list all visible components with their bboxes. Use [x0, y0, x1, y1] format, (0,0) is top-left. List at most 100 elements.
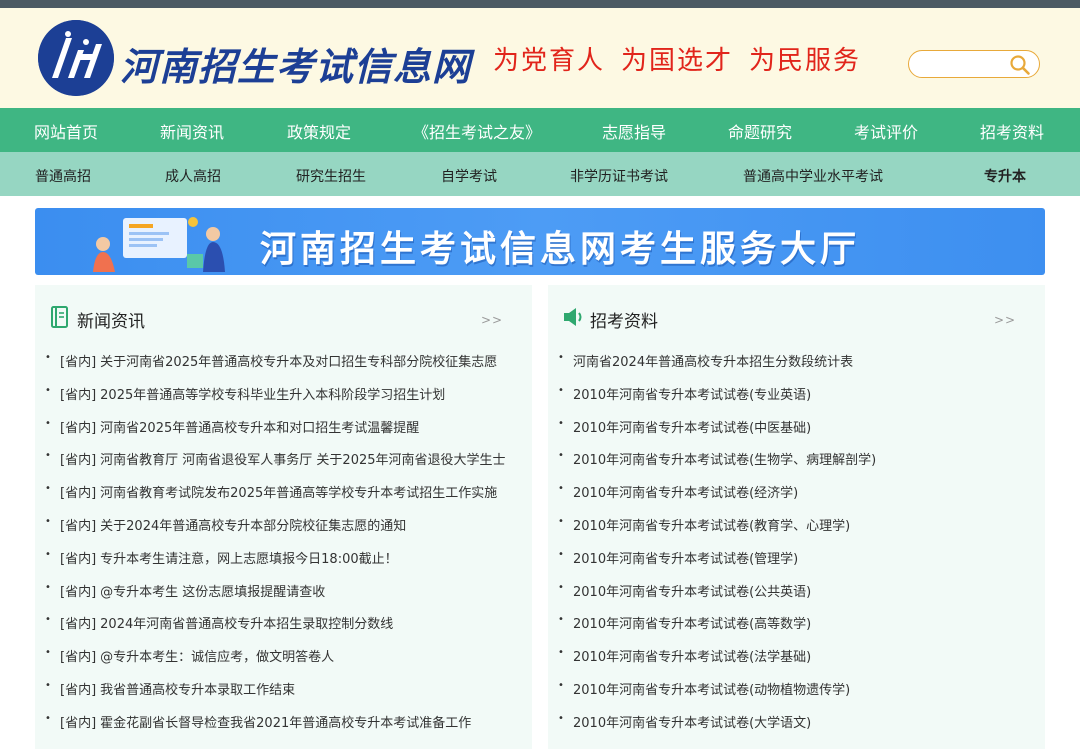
list-item[interactable]: • [省内] 专升本考生请注意，网上志愿填报今日18:00截止！ — [35, 542, 532, 575]
list-item[interactable]: • 2010年河南省专升本考试试卷(大学语文) — [548, 706, 1045, 739]
bullet-icon: • — [45, 712, 51, 724]
search-input[interactable] — [919, 55, 1009, 73]
bullet-icon: • — [558, 614, 564, 626]
item-title[interactable]: 河南省2024年普通高校专升本招生分数段统计表 — [573, 351, 853, 370]
item-title[interactable]: 河南省2025年普通高校专升本和对口招生考试温馨提醒 — [100, 421, 419, 436]
list-item[interactable]: • 2010年河南省专升本考试试卷(中医基础) — [548, 411, 1045, 444]
nav-volunteer-guide[interactable]: 志愿指导 — [602, 119, 666, 143]
bullet-icon: • — [45, 515, 51, 527]
bullet-icon: • — [45, 614, 51, 626]
item-tag: [省内] — [60, 617, 97, 633]
bullet-icon: • — [45, 548, 51, 560]
site-header: 河南招生考试信息网 为党育人 为国选才 为民服务 — [0, 8, 1080, 108]
item-title[interactable]: 河南省教育考试院发布2025年普通高等学校专升本考试招生工作实施 — [100, 486, 497, 501]
item-tag: [省内] — [60, 387, 97, 403]
list-item[interactable]: • [省内] 关于2024年普通高校专升本部分院校征集志愿的通知 — [35, 509, 532, 542]
item-tag: [省内] — [60, 486, 97, 502]
item-title[interactable]: 河南省教育厅 河南省退役军人事务厅 关于2025年河南省退役大学生士 — [100, 453, 505, 468]
site-logo[interactable] — [38, 20, 114, 96]
subnav-self-study[interactable]: 自学考试 — [441, 166, 497, 186]
list-item[interactable]: • 2010年河南省专升本考试试卷(经济学) — [548, 476, 1045, 509]
main-nav: 网站首页 新闻资讯 政策规定 《招生考试之友》 志愿指导 命题研究 考试评价 招… — [0, 108, 1080, 152]
list-item[interactable]: • [省内] 河南省2025年普通高校专升本和对口招生考试温馨提醒 — [35, 411, 532, 444]
bullet-icon: • — [45, 417, 51, 429]
list-item[interactable]: • [省内] 2024年河南省普通高校专升本招生录取控制分数线 — [35, 607, 532, 640]
item-title[interactable]: 专升本考生请注意，网上志愿填报今日18:00截止！ — [100, 552, 397, 567]
list-item[interactable]: • [省内] 霍金花副省长督导检查我省2021年普通高校专升本考试准备工作 — [35, 706, 532, 739]
subnav-graduate[interactable]: 研究生招生 — [296, 166, 366, 186]
list-item[interactable]: • 2010年河南省专升本考试试卷(法学基础) — [548, 640, 1045, 673]
materials-more-link[interactable]: >> — [994, 313, 1016, 327]
nav-materials[interactable]: 招考资料 — [980, 119, 1044, 143]
bullet-icon: • — [558, 450, 564, 462]
materials-panel: 招考资料 >> • 河南省2024年普通高校专升本招生分数段统计表 • 2010年河… — [548, 285, 1045, 749]
list-item[interactable]: • [省内] 我省普通高校专升本录取工作结束 — [35, 673, 532, 706]
news-panel: 新闻资讯 >> • [省内] 关于河南省2025年普通高校专升本及对口招生专科部分院… — [35, 285, 532, 749]
search-icon[interactable] — [1009, 54, 1031, 76]
site-name: 河南招生考试信息网 — [120, 44, 472, 89]
list-item[interactable]: • [省内] 2025年普通高等学校专科毕业生升入本科阶段学习招生计划 — [35, 378, 532, 411]
subnav-general-admission[interactable]: 普通高招 — [35, 166, 91, 186]
bullet-icon: • — [45, 352, 51, 363]
item-tag: [省内] — [60, 453, 97, 469]
item-title[interactable]: 关于2024年普通高校专升本部分院校征集志愿的通知 — [100, 519, 406, 534]
list-item[interactable]: • 2010年河南省专升本考试试卷(教育学、心理学) — [548, 509, 1045, 542]
news-more-link[interactable]: >> — [481, 313, 503, 327]
list-item[interactable]: • 2010年河南省专升本考试试卷(动物植物遗传学) — [548, 673, 1045, 706]
bullet-icon: • — [45, 581, 51, 593]
item-title[interactable]: 2010年河南省专升本考试试卷(公共英语) — [573, 581, 811, 600]
item-title[interactable]: 2025年普通高等学校专科毕业生升入本科阶段学习招生计划 — [100, 388, 445, 403]
nav-exam-evaluation[interactable]: 考试评价 — [854, 119, 918, 143]
list-item[interactable]: • [省内] @专升本考生 这份志愿填报提醒请查收 — [35, 575, 532, 608]
item-tag: [省内] — [60, 715, 97, 731]
list-item[interactable]: • 2010年河南省专升本考试试卷(公共英语) — [548, 575, 1045, 608]
item-title[interactable]: 2024年河南省普通高校专升本招生录取控制分数线 — [100, 617, 393, 632]
item-title[interactable]: 2010年河南省专升本考试试卷(生物学、病理解剖学) — [573, 449, 876, 468]
list-item[interactable]: • [省内] 河南省教育厅 河南省退役军人事务厅 关于2025年河南省退役大学生士 — [35, 443, 532, 476]
list-item[interactable]: • 2010年河南省专升本考试试卷(高等数学) — [548, 607, 1045, 640]
list-item[interactable]: • [省内] @专升本考生：诚信应考，做文明答卷人 — [35, 640, 532, 673]
item-title[interactable]: 2010年河南省专升本考试试卷(教育学、心理学) — [573, 515, 850, 534]
list-item[interactable]: • 2010年河南省专升本考试试卷(生物学、病理解剖学) — [548, 443, 1045, 476]
bullet-icon: • — [558, 581, 564, 593]
list-item[interactable]: • [省内] 关于河南省2025年普通高校专升本及对口招生专科部分院校征集志愿 — [35, 345, 532, 378]
item-title[interactable]: 2010年河南省专升本考试试卷(经济学) — [573, 482, 798, 501]
nav-policy[interactable]: 政策规定 — [287, 119, 351, 143]
item-title[interactable]: @专升本考生：诚信应考，做文明答卷人 — [100, 650, 334, 665]
news-list: • [省内] 关于河南省2025年普通高校专升本及对口招生专科部分院校征集志愿 •[… — [35, 345, 532, 739]
subnav-upgrade[interactable]: 专升本 — [984, 166, 1026, 186]
materials-panel-title: 招考资料 — [590, 312, 658, 332]
slogan-2: 为国选才 — [621, 46, 734, 76]
nav-exam-research[interactable]: 命题研究 — [728, 119, 792, 143]
bullet-icon: • — [558, 679, 564, 691]
item-title[interactable]: 我省普通高校专升本录取工作结束 — [100, 683, 295, 698]
slogan-3: 为民服务 — [749, 46, 862, 76]
bullet-icon: • — [45, 647, 51, 659]
search-box — [908, 50, 1040, 78]
item-title[interactable]: @专升本考生 这份志愿填报提醒请查收 — [100, 585, 325, 600]
subnav-adult-admission[interactable]: 成人高招 — [165, 166, 221, 186]
nav-home[interactable]: 网站首页 — [34, 119, 98, 143]
service-hall-banner[interactable]: 河南招生考试信息网考生服务大厅 — [35, 208, 1045, 275]
bullet-icon: • — [558, 384, 564, 396]
item-title[interactable]: 2010年河南省专升本考试试卷(专业英语) — [573, 384, 811, 403]
item-title[interactable]: 关于河南省2025年普通高校专升本及对口招生专科部分院校征集志愿 — [100, 355, 497, 370]
item-title[interactable]: 2010年河南省专升本考试试卷(法学基础) — [573, 646, 811, 665]
nav-magazine[interactable]: 《招生考试之友》 — [413, 119, 541, 143]
item-tag: [省内] — [60, 518, 97, 534]
item-tag: [省内] — [60, 682, 97, 698]
item-title[interactable]: 霍金花副省长督导检查我省2021年普通高校专升本考试准备工作 — [100, 716, 471, 731]
list-item[interactable]: • 2010年河南省专升本考试试卷(管理学) — [548, 542, 1045, 575]
nav-news[interactable]: 新闻资讯 — [160, 119, 224, 143]
item-title[interactable]: 2010年河南省专升本考试试卷(大学语文) — [573, 712, 811, 731]
list-item[interactable]: • [省内] 河南省教育考试院发布2025年普通高等学校专升本考试招生工作实施 — [35, 476, 532, 509]
bullet-icon: • — [558, 352, 564, 363]
subnav-academic-proficiency[interactable]: 普通高中学业水平考试 — [743, 166, 883, 186]
item-title[interactable]: 2010年河南省专升本考试试卷(高等数学) — [573, 613, 811, 632]
list-item[interactable]: • 河南省2024年普通高校专升本招生分数段统计表 — [548, 345, 1045, 378]
item-title[interactable]: 2010年河南省专升本考试试卷(管理学) — [573, 548, 798, 567]
list-item[interactable]: • 2010年河南省专升本考试试卷(专业英语) — [548, 378, 1045, 411]
item-title[interactable]: 2010年河南省专升本考试试卷(动物植物遗传学) — [573, 679, 850, 698]
item-title[interactable]: 2010年河南省专升本考试试卷(中医基础) — [573, 417, 811, 436]
subnav-non-degree[interactable]: 非学历证书考试 — [570, 166, 668, 186]
